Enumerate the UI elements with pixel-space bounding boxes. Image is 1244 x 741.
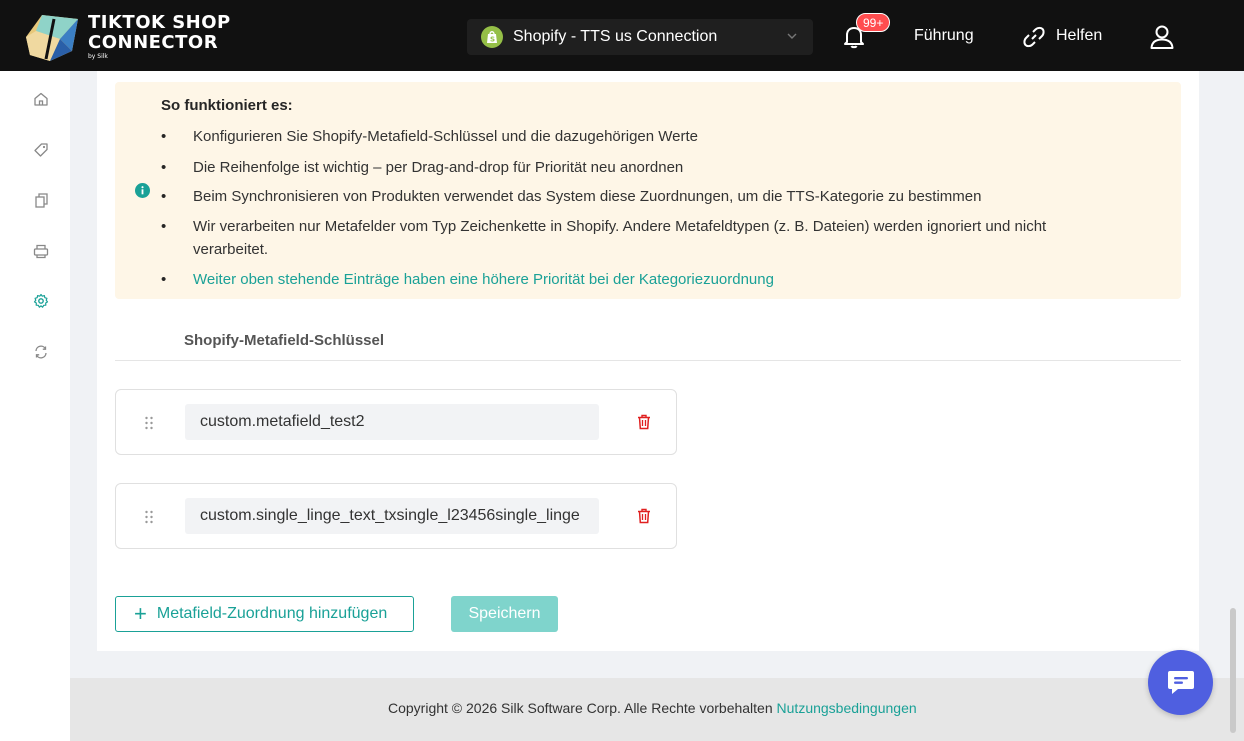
info-bullet: Beim Synchronisieren von Produkten verwe…	[193, 188, 982, 205]
shopify-icon: S	[481, 26, 503, 48]
add-metafield-mapping-label: Metafield-Zuordnung hinzufügen	[156, 605, 388, 622]
column-header-metafield-key: Shopify-Metafield-Schlüssel	[184, 332, 385, 349]
tag-icon[interactable]	[33, 142, 49, 158]
bullet-dot: •	[161, 218, 167, 235]
store-select-value: Shopify - TTS us Connection	[513, 28, 718, 45]
save-button[interactable]: Speichern	[451, 596, 558, 632]
scrollbar-thumb[interactable]	[1230, 608, 1236, 733]
copy-icon[interactable]	[33, 192, 49, 208]
terms-link[interactable]: Nutzungsbedingungen	[777, 700, 917, 716]
logo-icon	[26, 15, 78, 61]
bullet-dot: •	[161, 159, 167, 176]
info-bullet: Konfigurieren Sie Shopify-Metafield-Schl…	[193, 128, 699, 145]
settings-icon[interactable]	[33, 293, 49, 309]
sync-icon[interactable]	[33, 344, 49, 360]
plus-icon: +	[134, 601, 147, 626]
metafield-key-input[interactable]	[185, 404, 599, 440]
top-bar: TIKTOK SHOP CONNECTOR by Silk S Shopify …	[0, 0, 1244, 71]
home-icon[interactable]	[33, 91, 49, 107]
help-link[interactable]: Helfen	[1056, 27, 1102, 45]
sidebar	[0, 71, 70, 741]
chevron-down-icon	[787, 33, 797, 39]
info-title: So funktioniert es:	[161, 97, 293, 114]
logo-line-3: by Silk	[88, 53, 108, 60]
info-icon	[135, 183, 150, 198]
metafield-key-input[interactable]	[185, 498, 599, 534]
bullet-dot: •	[161, 271, 167, 288]
svg-text:S: S	[490, 36, 495, 44]
copyright-text: Copyright © 2026 Silk Software Corp. All…	[388, 700, 773, 716]
bullet-dot: •	[161, 188, 167, 205]
user-icon[interactable]	[1149, 24, 1175, 50]
metafield-row[interactable]	[115, 483, 677, 549]
footer: Copyright © 2026 Silk Software Corp. All…	[70, 678, 1244, 741]
info-bullet: Die Reihenfolge ist wichtig – per Drag-a…	[193, 159, 684, 176]
chat-icon	[1167, 670, 1194, 694]
guide-link[interactable]: Führung	[914, 27, 974, 45]
printer-icon[interactable]	[33, 243, 49, 259]
metafield-row[interactable]	[115, 389, 677, 455]
notification-badge: 99+	[856, 13, 891, 32]
logo-text: TIKTOK SHOP CONNECTOR by Silk	[88, 13, 231, 61]
add-metafield-mapping-button[interactable]: + Metafield-Zuordnung hinzufügen	[115, 596, 414, 632]
app-logo[interactable]: TIKTOK SHOP CONNECTOR by Silk	[20, 9, 231, 65]
bullet-dot: •	[161, 128, 167, 145]
info-bullet: Wir verarbeiten nur Metafelder vom Typ Z…	[193, 218, 1047, 235]
info-bullet-highlight: Weiter oben stehende Einträge haben eine…	[193, 271, 774, 288]
logo-line-1: TIKTOK SHOP	[88, 12, 231, 33]
drag-handle-icon[interactable]	[144, 416, 154, 430]
footer-text: Copyright © 2026 Silk Software Corp. All…	[388, 700, 917, 716]
chat-button[interactable]	[1148, 650, 1213, 715]
divider	[115, 360, 1181, 361]
logo-line-2: CONNECTOR	[88, 32, 219, 53]
drag-handle-icon[interactable]	[144, 510, 154, 524]
delete-icon[interactable]	[637, 508, 651, 524]
store-select[interactable]: S Shopify - TTS us Connection	[467, 19, 813, 55]
info-bullet-continuation: verarbeitet.	[193, 241, 269, 258]
link-icon[interactable]	[1022, 25, 1046, 49]
delete-icon[interactable]	[637, 414, 651, 430]
